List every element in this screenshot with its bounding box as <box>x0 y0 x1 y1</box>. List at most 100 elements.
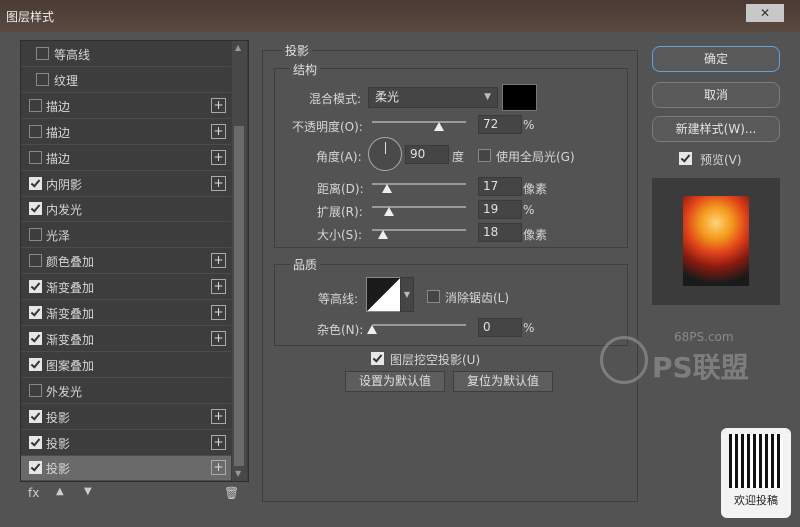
style-item-checkbox[interactable] <box>29 383 42 397</box>
reset-default-button[interactable]: 复位为默认值 <box>453 371 553 392</box>
style-item[interactable]: 投影 + <box>21 455 231 482</box>
style-item[interactable]: 渐变叠加 + <box>21 326 231 352</box>
style-item-checkbox[interactable] <box>36 72 49 86</box>
knockout-checkbox[interactable] <box>371 352 384 365</box>
opacity-input[interactable]: 72 <box>478 115 522 134</box>
spread-slider-handle[interactable] <box>384 207 394 216</box>
style-item-checkbox[interactable] <box>29 306 42 319</box>
style-item-checkbox[interactable] <box>29 98 42 112</box>
opacity-slider-handle[interactable] <box>434 122 444 131</box>
blend-mode-value: 柔光 <box>375 90 400 104</box>
add-style-icon[interactable]: + <box>211 97 226 113</box>
spread-label: 扩展(R): <box>317 205 363 219</box>
style-item-checkbox[interactable] <box>36 47 49 60</box>
style-item-label: 光泽 <box>46 229 71 244</box>
style-item[interactable]: 渐变叠加 + <box>21 274 231 301</box>
style-item[interactable]: 描边 + <box>21 145 231 171</box>
contour-thumbnail[interactable] <box>366 277 401 312</box>
ok-button[interactable]: 确定 <box>652 46 780 72</box>
scroll-thumb[interactable] <box>234 126 244 466</box>
preview-checkbox[interactable] <box>679 152 692 165</box>
style-item-label: 内发光 <box>46 203 83 218</box>
styles-toolbar: fx ▲ ▼ 🗑 <box>28 486 243 502</box>
style-item[interactable]: 渐变叠加 + <box>21 300 231 326</box>
contour-dropdown-chevron-icon[interactable]: ▼ <box>400 277 414 312</box>
style-item-checkbox[interactable] <box>29 409 42 423</box>
style-item-label: 纹理 <box>54 73 79 88</box>
distance-input[interactable]: 17 <box>478 177 522 196</box>
style-item-checkbox[interactable] <box>29 150 42 164</box>
style-item-checkbox[interactable] <box>29 461 42 475</box>
anti-alias-label: 消除锯齿(L) <box>445 291 510 305</box>
make-default-button[interactable]: 设置为默认值 <box>345 371 445 392</box>
preview-thumbnail <box>683 196 749 286</box>
fx-button[interactable]: fx <box>28 486 39 500</box>
style-item-checkbox[interactable] <box>29 176 42 190</box>
style-item[interactable]: 内发光 <box>21 196 231 223</box>
scroll-down-arrow-icon[interactable]: ▼ <box>235 469 241 478</box>
panel-title: 投影 <box>282 42 313 59</box>
move-down-icon[interactable]: ▼ <box>84 486 92 497</box>
new-style-button[interactable]: 新建样式(W)... <box>652 116 780 142</box>
style-item[interactable]: 投影 + <box>21 404 231 430</box>
style-item-checkbox[interactable] <box>29 202 42 216</box>
add-style-icon[interactable]: + <box>211 253 226 269</box>
style-item[interactable]: 外发光 <box>21 378 231 404</box>
add-style-icon[interactable]: + <box>211 460 226 476</box>
style-item-checkbox[interactable] <box>29 124 42 138</box>
style-preview <box>652 178 780 305</box>
global-light-checkbox[interactable] <box>478 149 491 162</box>
style-item[interactable]: 等高线 <box>21 41 231 67</box>
move-up-icon[interactable]: ▲ <box>56 486 64 497</box>
size-input[interactable]: 18 <box>478 223 522 242</box>
style-item-checkbox[interactable] <box>29 228 42 242</box>
noise-slider-handle[interactable] <box>367 325 377 334</box>
style-item[interactable]: 颜色叠加 + <box>21 248 231 275</box>
add-style-icon[interactable]: + <box>211 434 226 450</box>
close-button[interactable]: ✕ <box>746 4 784 22</box>
style-item-label: 渐变叠加 <box>46 332 95 347</box>
blend-mode-select[interactable]: 柔光 ▼ <box>368 87 498 108</box>
add-style-icon[interactable]: + <box>211 175 226 191</box>
add-style-icon[interactable]: + <box>211 279 226 295</box>
style-item[interactable]: 纹理 <box>21 67 231 93</box>
opacity-unit: % <box>523 118 535 132</box>
style-item-checkbox[interactable] <box>29 280 42 294</box>
watermark-logo-icon <box>600 336 648 384</box>
noise-slider[interactable] <box>372 324 466 326</box>
add-style-icon[interactable]: + <box>211 149 226 165</box>
style-item[interactable]: 图案叠加 <box>21 352 231 378</box>
style-item[interactable]: 描边 + <box>21 93 231 119</box>
noise-input[interactable]: 0 <box>478 318 522 337</box>
distance-slider-handle[interactable] <box>382 184 392 193</box>
shadow-color-swatch[interactable] <box>502 84 537 111</box>
trash-icon[interactable]: 🗑 <box>224 486 239 500</box>
style-item-label: 投影 <box>46 410 71 425</box>
window-title: 图层样式 <box>6 10 55 24</box>
add-style-icon[interactable]: + <box>211 330 226 346</box>
styles-scrollbar[interactable]: ▲ ▼ <box>232 41 247 481</box>
style-item[interactable]: 描边 + <box>21 119 231 145</box>
angle-input[interactable]: 90 <box>405 145 449 164</box>
add-style-icon[interactable]: + <box>211 123 226 139</box>
size-unit: 像素 <box>523 228 548 242</box>
add-style-icon[interactable]: + <box>211 305 226 320</box>
style-item-checkbox[interactable] <box>29 331 42 345</box>
opacity-slider[interactable] <box>372 121 466 123</box>
style-item[interactable]: 投影 + <box>21 430 231 456</box>
angle-dial[interactable] <box>368 137 402 171</box>
style-item-checkbox[interactable] <box>29 357 42 371</box>
knockout-label: 图层挖空投影(U) <box>390 353 481 367</box>
style-item[interactable]: 内阴影 + <box>21 171 231 197</box>
anti-alias-checkbox[interactable] <box>427 290 440 303</box>
style-item[interactable]: 光泽 <box>21 222 231 249</box>
blend-mode-label: 混合模式: <box>309 92 362 106</box>
spread-input[interactable]: 19 <box>478 200 522 219</box>
angle-dial-needle <box>385 142 386 154</box>
scroll-up-arrow-icon[interactable]: ▲ <box>235 43 241 52</box>
style-item-checkbox[interactable] <box>29 254 42 268</box>
style-item-checkbox[interactable] <box>29 435 42 449</box>
size-slider-handle[interactable] <box>378 230 388 239</box>
cancel-button[interactable]: 取消 <box>652 82 780 108</box>
add-style-icon[interactable]: + <box>211 408 226 424</box>
